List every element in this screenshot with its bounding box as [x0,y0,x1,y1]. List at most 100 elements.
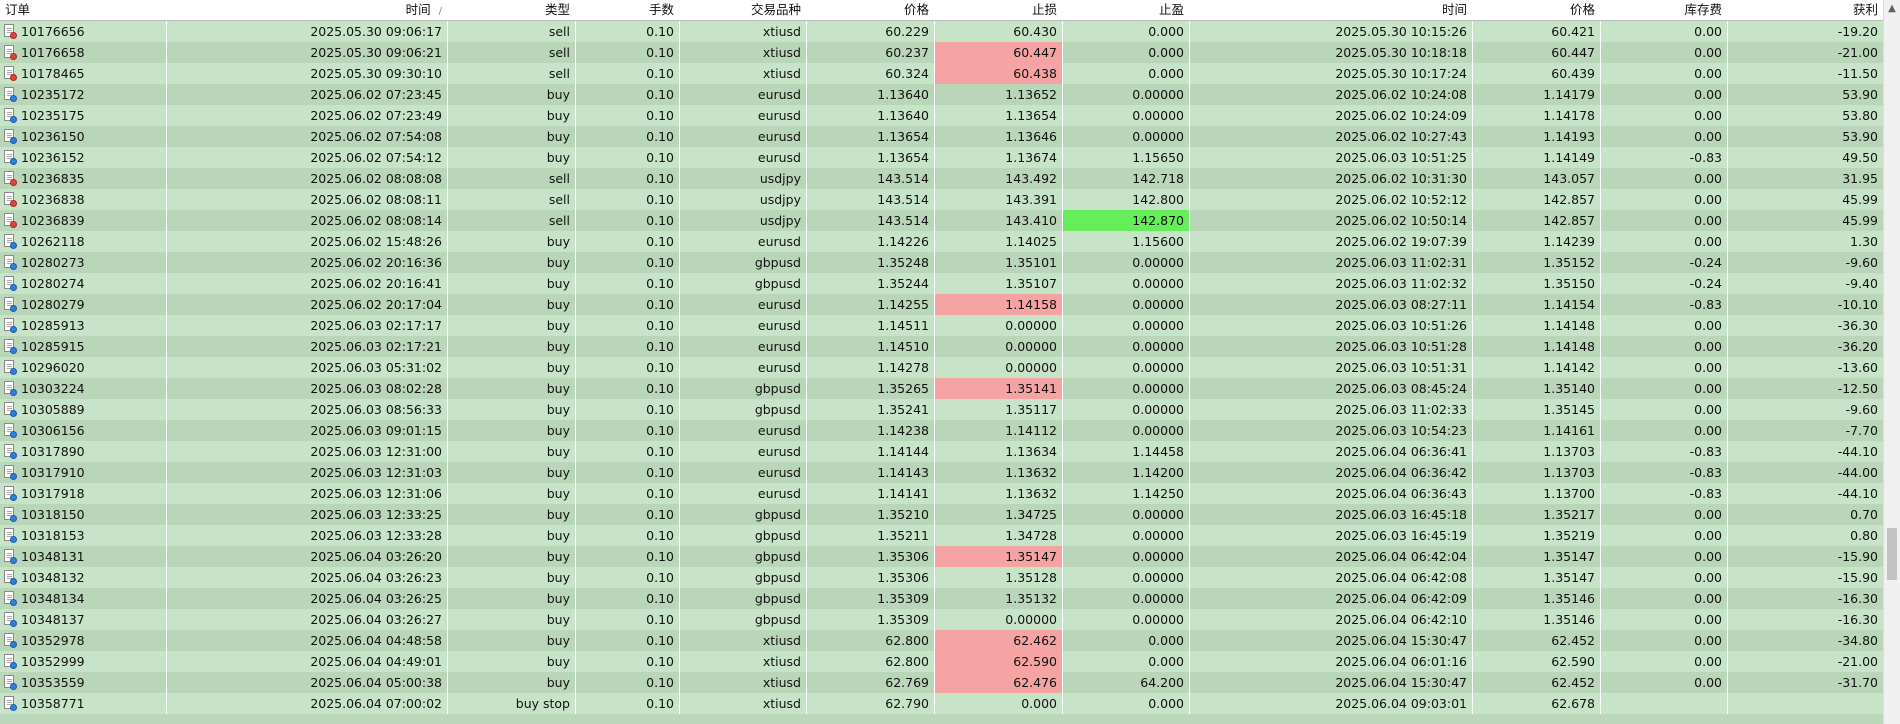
close-time-cell: 2025.06.03 10:51:26 [1190,315,1473,336]
table-row[interactable]: 10280279 2025.06.02 20:17:04 buy 0.10 eurusd… [0,294,1884,315]
table-row[interactable]: 10236835 2025.06.02 08:08:08 sell 0.10 usdjp… [0,168,1884,189]
table-row[interactable]: 10235175 2025.06.02 07:23:49 buy 0.10 eurusd… [0,105,1884,126]
order-number: 10176656 [21,24,85,39]
col-header-type[interactable]: 类型 [448,0,576,20]
table-row[interactable]: 10348134 2025.06.04 03:26:25 buy 0.10 gbpusd… [0,588,1884,609]
table-row[interactable]: 10352978 2025.06.04 04:48:58 buy 0.10 xtiusd… [0,630,1884,651]
table-row[interactable]: 10317918 2025.06.03 12:31:06 buy 0.10 eurusd… [0,483,1884,504]
symbol-cell: gbpusd [680,504,807,525]
scroll-thumb[interactable] [1887,528,1897,580]
buy-order-icon [4,402,17,417]
table-row[interactable]: 10176658 2025.05.30 09:06:21 sell 0.10 xtius… [0,42,1884,63]
table-row[interactable]: 10285913 2025.06.03 02:17:17 buy 0.10 eurusd… [0,315,1884,336]
col-header-close-price[interactable]: 价格 [1473,0,1601,20]
col-header-order[interactable]: 订单 [0,0,167,20]
sell-order-icon [4,45,17,60]
buy-order-icon [4,675,17,690]
table-row[interactable]: 10318153 2025.06.03 12:33:28 buy 0.10 gbpusd… [0,525,1884,546]
col-header-open-price[interactable]: 价格 [807,0,935,20]
table-row[interactable]: 10358771 2025.06.04 07:00:02 buy stop 0.10 x… [0,693,1884,714]
swap-cell: 0.00 [1601,378,1728,399]
vertical-scrollbar[interactable]: ▲ [1883,0,1900,724]
table-row[interactable]: 10318150 2025.06.03 12:33:25 buy 0.10 gbpusd… [0,504,1884,525]
close-price-cell: 1.14239 [1473,231,1601,252]
type-cell: buy [448,525,576,546]
table-row[interactable]: 10348131 2025.06.04 03:26:20 buy 0.10 gbpusd… [0,546,1884,567]
table-row[interactable]: 10176656 2025.05.30 09:06:17 sell 0.10 xtius… [0,21,1884,42]
table-row[interactable]: 10236838 2025.06.02 08:08:11 sell 0.10 usdjp… [0,189,1884,210]
buy-order-icon [4,570,17,585]
close-price-cell: 1.14149 [1473,147,1601,168]
table-row[interactable]: 10236150 2025.06.02 07:54:08 buy 0.10 eurusd… [0,126,1884,147]
table-row[interactable]: 10352999 2025.06.04 04:49:01 buy 0.10 xtiusd… [0,651,1884,672]
volume-cell: 0.10 [576,441,680,462]
order-number: 10236150 [21,129,85,144]
table-row[interactable]: 10348137 2025.06.04 03:26:27 buy 0.10 gbpusd… [0,609,1884,630]
open-time-cell: 2025.06.04 05:00:38 [167,672,448,693]
table-row[interactable]: 10305889 2025.06.03 08:56:33 buy 0.10 gbpusd… [0,399,1884,420]
scroll-up-arrow-icon[interactable]: ▲ [1884,0,1900,17]
take-profit-cell: 64.200 [1063,672,1190,693]
stop-loss-cell: 1.13634 [935,441,1063,462]
take-profit-cell: 0.00000 [1063,252,1190,273]
order-number: 10305889 [21,402,85,417]
table-row[interactable]: 10178465 2025.05.30 09:30:10 sell 0.10 xtius… [0,63,1884,84]
open-price-cell: 62.769 [807,672,935,693]
table-row[interactable]: 10280274 2025.06.02 20:16:41 buy 0.10 gbpusd… [0,273,1884,294]
take-profit-cell: 142.800 [1063,189,1190,210]
table-row[interactable]: 10236152 2025.06.02 07:54:12 buy 0.10 eurusd… [0,147,1884,168]
order-number: 10280273 [21,255,85,270]
profit-cell: -9.60 [1728,399,1884,420]
col-header-open-time[interactable]: 时间 / [167,0,448,20]
col-header-stop-loss[interactable]: 止损 [935,0,1063,20]
table-row[interactable]: 10353559 2025.06.04 05:00:38 buy 0.10 xtiusd… [0,672,1884,693]
profit-cell: 1.30 [1728,231,1884,252]
order-number: 10236152 [21,150,85,165]
close-time-cell: 2025.06.04 06:36:43 [1190,483,1473,504]
swap-cell: 0.00 [1601,672,1728,693]
table-row[interactable]: 10262118 2025.06.02 15:48:26 buy 0.10 eurusd… [0,231,1884,252]
stop-loss-cell: 1.35132 [935,588,1063,609]
table-row[interactable]: 10348132 2025.06.04 03:26:23 buy 0.10 gbpusd… [0,567,1884,588]
swap-cell: 0.00 [1601,609,1728,630]
col-header-swap[interactable]: 库存费 [1601,0,1728,20]
close-price-cell: 1.14178 [1473,105,1601,126]
col-header-close-time[interactable]: 时间 [1190,0,1473,20]
table-row[interactable]: 10303224 2025.06.03 08:02:28 buy 0.10 gbpusd… [0,378,1884,399]
stop-loss-cell: 1.35141 [935,378,1063,399]
table-row[interactable]: 10317910 2025.06.03 12:31:03 buy 0.10 eurusd… [0,462,1884,483]
stop-loss-cell: 143.410 [935,210,1063,231]
stop-loss-cell: 0.00000 [935,336,1063,357]
volume-cell: 0.10 [576,504,680,525]
symbol-cell: eurusd [680,294,807,315]
table-row[interactable]: 10317890 2025.06.03 12:31:00 buy 0.10 eurusd… [0,441,1884,462]
profit-cell: 45.99 [1728,210,1884,231]
col-header-take-profit[interactable]: 止盈 [1063,0,1190,20]
table-row[interactable]: 10306156 2025.06.03 09:01:15 buy 0.10 eurusd… [0,420,1884,441]
table-row[interactable]: 10235172 2025.06.02 07:23:45 buy 0.10 eurusd… [0,84,1884,105]
table-row[interactable]: 10280273 2025.06.02 20:16:36 buy 0.10 gbpusd… [0,252,1884,273]
open-price-cell: 1.14510 [807,336,935,357]
profit-cell: -13.60 [1728,357,1884,378]
take-profit-cell: 0.00000 [1063,84,1190,105]
buy-order-icon [4,507,17,522]
buy-order-icon [4,654,17,669]
profit-cell: -21.00 [1728,42,1884,63]
order-number: 10358771 [21,696,85,711]
table-row[interactable]: 10296020 2025.06.03 05:31:02 buy 0.10 eurusd… [0,357,1884,378]
table-row[interactable]: 10285915 2025.06.03 02:17:21 buy 0.10 eurusd… [0,336,1884,357]
type-cell: buy [448,126,576,147]
table-row-partial[interactable] [0,714,1884,724]
open-time-cell: 2025.06.03 12:33:28 [167,525,448,546]
take-profit-cell: 142.718 [1063,168,1190,189]
open-price-cell: 1.35309 [807,609,935,630]
profit-cell: -15.90 [1728,546,1884,567]
col-header-volume[interactable]: 手数 [576,0,680,20]
order-number: 10236835 [21,171,85,186]
table-row[interactable]: 10236839 2025.06.02 08:08:14 sell 0.10 usdjp… [0,210,1884,231]
profit-cell: -9.60 [1728,252,1884,273]
open-time-cell: 2025.06.04 03:26:20 [167,546,448,567]
volume-cell: 0.10 [576,609,680,630]
col-header-symbol[interactable]: 交易品种 [680,0,807,20]
col-header-profit[interactable]: 获利 [1728,0,1884,20]
